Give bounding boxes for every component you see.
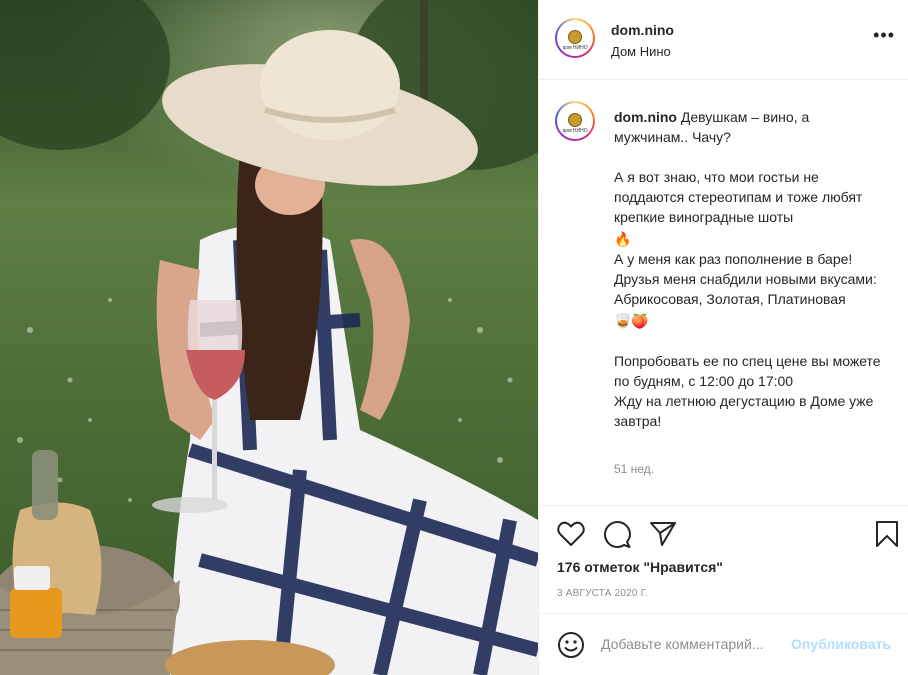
photo-illustration	[0, 0, 538, 675]
likes-count[interactable]: 176 отметок "Нравится"	[557, 559, 723, 575]
username-link[interactable]: dom.nino	[611, 22, 674, 38]
more-options-icon[interactable]: •••	[873, 26, 895, 44]
caption-text-2: А у меня как раз пополнение в баре! Друз…	[614, 251, 877, 307]
caption-time-ago[interactable]: 51 нед.	[614, 462, 654, 476]
post-comment-button[interactable]: Опубликовать	[791, 636, 891, 652]
post-side-panel: дом НИНО dom.nino Дом Нино ••• дом НИНО …	[538, 0, 908, 675]
post-header: дом НИНО dom.nino Дом Нино •••	[539, 0, 908, 80]
avatar[interactable]: дом НИНО	[555, 18, 595, 58]
post-photo[interactable]	[0, 0, 538, 675]
heart-icon[interactable]	[557, 521, 585, 547]
comment-bar: Опубликовать	[539, 613, 908, 675]
caption-text: dom.nino Девушкам – вино, а мужчинам.. Ч…	[614, 107, 884, 431]
avatar-logo-icon	[568, 30, 582, 44]
avatar-logo-text: дом НИНО	[562, 128, 588, 134]
emoji-icon[interactable]	[557, 631, 585, 659]
caption-avatar[interactable]: дом НИНО	[555, 101, 595, 141]
caption-section: дом НИНО dom.nino Девушкам – вино, а муж…	[539, 81, 908, 504]
caption-text-3: Попробовать ее по спец цене вы можете по…	[614, 353, 881, 429]
comment-input[interactable]	[601, 632, 789, 656]
avatar-inner: дом НИНО	[557, 20, 593, 56]
caption-text-1: Девушкам – вино, а мужчинам.. Чачу? А я …	[614, 109, 863, 225]
drink-peach-emoji-icon: 🥃🍑	[614, 313, 649, 329]
share-icon[interactable]	[649, 521, 677, 547]
avatar-logo-icon	[568, 113, 582, 127]
post-actions: 176 отметок "Нравится" 3 АВГУСТА 2020 Г.	[539, 505, 908, 613]
avatar-inner: дом НИНО	[557, 103, 593, 139]
bookmark-icon[interactable]	[875, 520, 899, 548]
caption-username-link[interactable]: dom.nino	[614, 109, 677, 125]
fire-emoji-icon: 🔥	[614, 231, 632, 247]
comment-icon[interactable]	[603, 521, 631, 549]
post-date[interactable]: 3 АВГУСТА 2020 Г.	[557, 588, 648, 599]
location-link[interactable]: Дом Нино	[611, 44, 671, 59]
avatar-logo-text: дом НИНО	[562, 45, 588, 51]
